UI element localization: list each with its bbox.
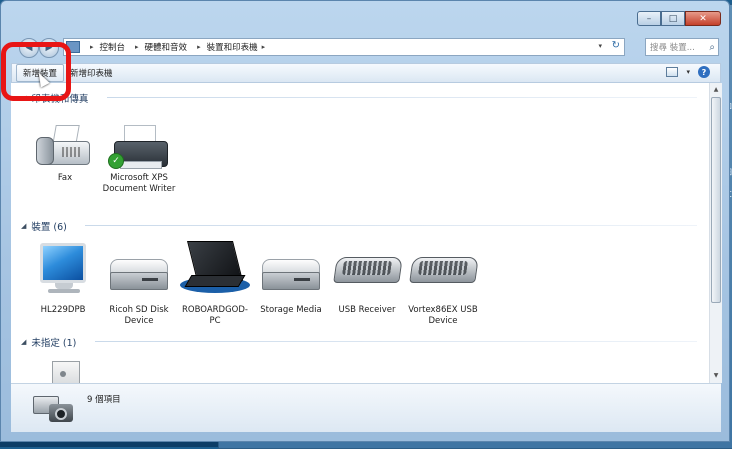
group-title: 裝置 (6) bbox=[31, 222, 67, 233]
default-printer-check-icon: ✓ bbox=[108, 153, 124, 169]
devices-and-printers-window: – □ ✕ ◀ ▶ ▸ 控制台 ▸ 硬體和音效 ▸ 裝置和印表機 ▸ ▾ ↻ 搜尋 裝置… bbox=[0, 0, 730, 442]
group-divider bbox=[95, 341, 697, 342]
keyboard-icon bbox=[407, 241, 479, 301]
breadcrumb-label: 裝置和印表機 bbox=[206, 43, 258, 53]
breadcrumb-hardware-sound[interactable]: ▸ 硬體和音效 bbox=[131, 41, 187, 53]
breadcrumb-separator: ▸ bbox=[261, 43, 266, 51]
device-label: USB Receiver bbox=[338, 305, 396, 315]
group-divider bbox=[107, 97, 697, 98]
drive-box-icon bbox=[104, 241, 174, 301]
keyboard-icon bbox=[331, 241, 403, 301]
search-box[interactable]: 搜尋 裝置... ⌕ bbox=[645, 38, 719, 56]
command-bar: 新增裝置 新增印表機 ▾ ? bbox=[11, 63, 721, 83]
close-button[interactable]: ✕ bbox=[685, 11, 721, 26]
device-item-xps-writer[interactable]: ✓ Microsoft XPS Document Writer bbox=[101, 123, 177, 195]
refresh-icon[interactable]: ↻ bbox=[612, 40, 620, 51]
breadcrumb-separator: ▸ bbox=[197, 43, 201, 51]
drive-box-icon bbox=[256, 241, 326, 301]
breadcrumb-separator: ▸ bbox=[90, 43, 94, 51]
device-item-storage-media[interactable]: Storage Media bbox=[253, 241, 329, 316]
breadcrumb-separator: ▸ bbox=[135, 43, 139, 51]
search-icon[interactable]: ⌕ bbox=[709, 42, 715, 53]
device-item-pc[interactable]: ROBOARDGOD-PC bbox=[177, 241, 253, 327]
collapse-triangle-icon[interactable]: ◢ bbox=[21, 338, 26, 346]
scrollbar-thumb[interactable] bbox=[711, 97, 721, 303]
fax-icon bbox=[32, 123, 98, 169]
device-label: Fax bbox=[57, 173, 73, 183]
device-label: Vortex86EX USB Device bbox=[408, 305, 478, 326]
monitor-icon bbox=[28, 241, 98, 301]
device-item-ricoh-sd[interactable]: Ricoh SD Disk Device bbox=[101, 241, 177, 327]
scroll-down-icon[interactable]: ▼ bbox=[711, 371, 721, 381]
laptop-icon bbox=[178, 241, 252, 301]
group-unspecified-header[interactable]: ◢ 未指定 (1) bbox=[21, 335, 76, 349]
device-item-fax[interactable]: Fax bbox=[27, 123, 103, 184]
maximize-button[interactable]: □ bbox=[661, 11, 685, 26]
group-title: 未指定 (1) bbox=[31, 338, 77, 349]
window-caption-buttons: – □ ✕ bbox=[637, 11, 721, 26]
device-item-usb-receiver[interactable]: USB Receiver bbox=[329, 241, 405, 316]
search-placeholder: 搜尋 裝置... bbox=[650, 43, 695, 53]
help-icon[interactable]: ? bbox=[698, 66, 710, 78]
devices-printers-icon bbox=[33, 390, 77, 428]
item-count: 9 個項目 bbox=[87, 395, 121, 405]
add-printer-button[interactable]: 新增印表機 bbox=[64, 65, 119, 81]
device-item-monitor[interactable]: HL229DPB bbox=[25, 241, 101, 316]
address-history-dropdown[interactable]: ▾ bbox=[598, 42, 602, 50]
red-highlight-annotation bbox=[1, 42, 71, 101]
breadcrumb-label: 控制台 bbox=[99, 43, 126, 53]
group-devices-header[interactable]: ◢ 裝置 (6) bbox=[21, 219, 67, 233]
view-options-dropdown[interactable]: ▾ bbox=[686, 68, 690, 76]
breadcrumb-label: 硬體和音效 bbox=[144, 43, 188, 53]
device-list-pane: ◢ 印表機和傳真 Fax ✓ Microsoft XPS Document Wr… bbox=[11, 83, 709, 383]
device-item-unspecified[interactable] bbox=[27, 351, 103, 383]
device-label: Storage Media bbox=[260, 305, 322, 315]
change-view-icon[interactable] bbox=[666, 67, 679, 77]
breadcrumb-devices-printers[interactable]: ▸ 裝置和印表機 ▸ bbox=[193, 41, 271, 53]
scroll-up-icon[interactable]: ▲ bbox=[711, 85, 721, 95]
collapse-triangle-icon[interactable]: ◢ bbox=[21, 222, 26, 230]
device-label: Ricoh SD Disk Device bbox=[109, 305, 169, 326]
device-label: HL229DPB bbox=[40, 305, 86, 315]
tower-icon bbox=[30, 351, 100, 383]
address-bar[interactable]: ▸ 控制台 ▸ 硬體和音效 ▸ 裝置和印表機 ▸ ▾ ↻ bbox=[63, 38, 625, 56]
device-label: Microsoft XPS Document Writer bbox=[102, 173, 176, 194]
device-label: ROBOARDGOD-PC bbox=[182, 305, 248, 326]
vertical-scrollbar[interactable]: ▲ ▼ bbox=[709, 83, 722, 383]
printer-icon: ✓ bbox=[104, 123, 174, 169]
device-item-vortex-usb[interactable]: Vortex86EX USB Device bbox=[405, 241, 481, 327]
group-divider bbox=[85, 225, 697, 226]
minimize-button[interactable]: – bbox=[637, 11, 661, 26]
details-pane: 9 個項目 bbox=[11, 383, 721, 432]
breadcrumb-control-panel[interactable]: ▸ 控制台 bbox=[86, 41, 125, 53]
